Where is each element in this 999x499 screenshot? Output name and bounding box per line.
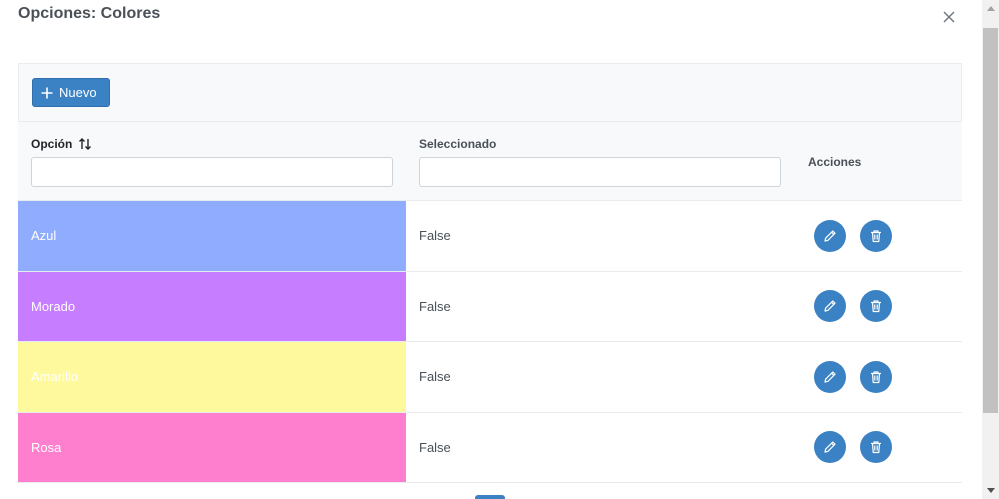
pencil-icon	[824, 300, 836, 312]
options-table: Nuevo Opción Seleccionado Acciones Azul F…	[18, 63, 962, 499]
scroll-down-arrow[interactable]	[982, 482, 999, 499]
new-button-label: Nuevo	[59, 85, 97, 100]
delete-button[interactable]	[860, 219, 892, 252]
pencil-icon	[824, 371, 836, 383]
seleccionado-filter-input[interactable]	[419, 157, 781, 187]
edit-button[interactable]	[814, 360, 846, 393]
column-header-opcion[interactable]: Opción	[31, 137, 92, 151]
option-cell: Rosa	[18, 412, 406, 482]
table-row[interactable]: Amarillo False	[18, 342, 962, 413]
trash-icon	[871, 300, 881, 313]
table-header: Opción Seleccionado Acciones	[18, 121, 962, 201]
option-cell: Morado	[18, 271, 406, 341]
scrollbar-thumb[interactable]	[983, 28, 998, 413]
options-dialog: Opciones: Colores Nuevo Opción Seleccion…	[0, 0, 982, 499]
column-header-opcion-label: Opción	[31, 137, 73, 151]
opcion-filter-input[interactable]	[31, 157, 393, 187]
selected-cell: False	[419, 439, 451, 455]
dialog-title: Opciones: Colores	[18, 5, 161, 22]
table-row[interactable]: Rosa False	[18, 412, 962, 483]
paginator-page-button[interactable]	[475, 495, 505, 499]
edit-button[interactable]	[814, 290, 846, 323]
arrow-down-icon	[986, 488, 995, 493]
table-row[interactable]: Azul False	[18, 201, 962, 272]
trash-icon	[871, 230, 881, 242]
pencil-icon	[824, 441, 836, 453]
edit-button[interactable]	[814, 431, 846, 464]
vertical-scrollbar[interactable]	[982, 0, 999, 499]
selected-cell: False	[419, 369, 451, 385]
trash-icon	[871, 441, 881, 454]
table-row[interactable]: Morado False	[18, 271, 962, 342]
column-header-seleccionado: Seleccionado	[419, 137, 497, 151]
delete-button[interactable]	[860, 360, 892, 393]
delete-button[interactable]	[860, 431, 892, 464]
delete-button[interactable]	[860, 290, 892, 323]
column-header-acciones: Acciones	[808, 155, 862, 169]
close-button[interactable]	[938, 6, 960, 28]
edit-button[interactable]	[814, 219, 846, 252]
plus-icon	[41, 87, 53, 98]
arrow-up-icon	[986, 6, 995, 11]
close-icon	[943, 11, 955, 23]
table-toolbar: Nuevo	[18, 63, 962, 121]
pencil-icon	[824, 230, 836, 242]
sort-icon	[79, 138, 92, 150]
option-cell: Amarillo	[18, 342, 406, 412]
option-cell: Azul	[18, 201, 406, 271]
selected-cell: False	[419, 298, 451, 314]
selected-cell: False	[419, 228, 451, 244]
trash-icon	[871, 371, 881, 383]
table-body: Azul False Morado False Amarillo False Rosa Fal…	[18, 201, 962, 483]
scroll-up-arrow[interactable]	[982, 0, 999, 17]
new-button[interactable]: Nuevo	[32, 78, 110, 107]
